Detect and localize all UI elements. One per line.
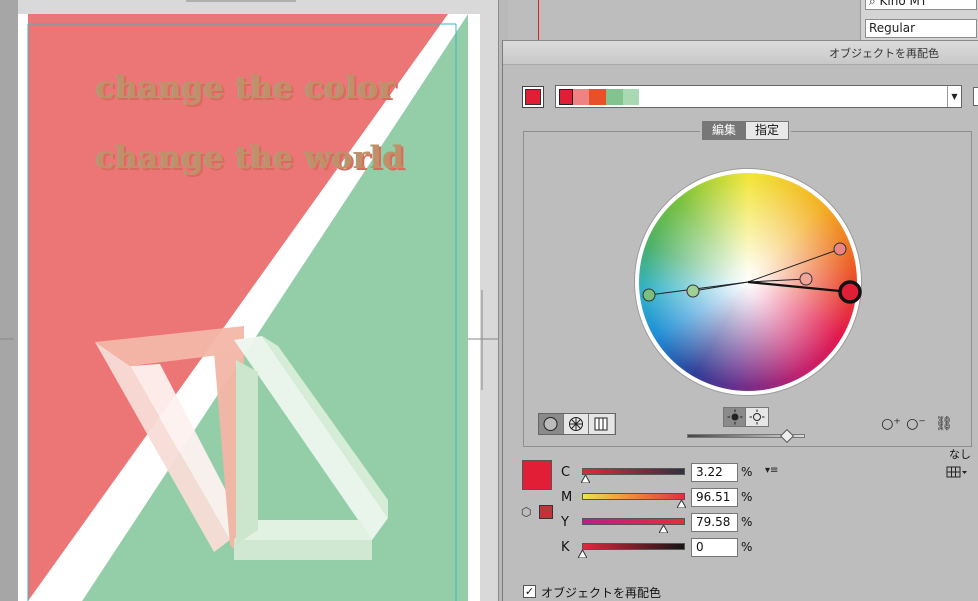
wheel-display-modes (538, 413, 616, 435)
black-input[interactable]: 0 (691, 538, 738, 557)
marker-color-2 (833, 242, 847, 256)
red-guide-line (538, 0, 539, 40)
cyan-slider-thumb[interactable] (580, 475, 590, 483)
color-group-name-field[interactable] (973, 87, 978, 106)
yellow-input[interactable]: 79.58 (691, 513, 738, 532)
smooth-color-wheel-icon[interactable] (539, 414, 564, 434)
black-slider-thumb[interactable] (577, 550, 587, 558)
none-label: なし (949, 448, 971, 461)
group-swatch-2[interactable] (573, 89, 589, 105)
cyan-input[interactable]: 3.22 (691, 463, 738, 482)
marker-color-3 (799, 272, 813, 286)
tab-edit[interactable]: 編集 (702, 121, 747, 140)
cyan-row: C 3.22 % (561, 462, 801, 484)
group-swatch-4[interactable] (606, 89, 623, 105)
marker-color-5 (642, 288, 656, 302)
mode-tabs: 編集 指定 (700, 121, 792, 140)
font-family-field[interactable]: ⌕ Kino MT (865, 0, 977, 10)
group-swatch-5[interactable] (623, 89, 639, 105)
recolor-artwork-label[interactable]: オブジェクトを再配色 (541, 584, 661, 601)
harmony-markers[interactable] (635, 169, 862, 395)
magenta-input[interactable]: 96.51 (691, 488, 738, 507)
color-bars-icon[interactable] (589, 414, 614, 434)
brightness-saturation-toggle (723, 407, 769, 427)
group-swatch-1[interactable] (559, 89, 573, 105)
chevron-down-icon[interactable]: ▼ (947, 86, 961, 107)
dialog-titlebar[interactable]: オブジェクトを再配色 (503, 41, 978, 65)
dialog-title: オブジェクトを再配色 (829, 47, 939, 60)
magenta-label: M (561, 490, 573, 505)
magenta-slider-thumb[interactable] (676, 500, 686, 508)
current-color-fill (525, 89, 541, 105)
out-of-gamut-cube-icon[interactable]: ⬡ (521, 505, 535, 519)
magenta-slider[interactable] (582, 493, 685, 500)
secondary-canvas-area (508, 0, 863, 40)
black-label: K (561, 540, 570, 555)
add-color-tool-icon[interactable]: ○⁺ (880, 413, 902, 435)
tab-assign[interactable]: 指定 (746, 121, 790, 140)
color-library-grid-icon[interactable] (946, 465, 968, 479)
recolor-artwork-dialog: オブジェクトを再配色 ▼ 編集 指定 ○⁺ ○⁻ ⛓ なし ⬡ ▾≡ C 3.2… (502, 40, 978, 601)
percent-label: % (741, 490, 753, 504)
black-row: K 0 % (561, 537, 801, 559)
marker-base-color (838, 280, 862, 304)
yellow-label: Y (561, 515, 569, 530)
recolor-artwork-checkbox[interactable]: ✓ (523, 585, 536, 598)
percent-label: % (741, 540, 753, 554)
yellow-slider[interactable] (582, 518, 685, 525)
marker-color-4 (686, 284, 700, 298)
color-group-bar[interactable]: ▼ (555, 85, 962, 108)
character-panel: ⌕ Kino MT Regular (860, 0, 978, 40)
yellow-slider-thumb[interactable] (659, 525, 669, 533)
remove-color-tool-icon[interactable]: ○⁻ (905, 413, 927, 435)
current-color-swatch[interactable] (522, 86, 544, 108)
font-family-value: Kino MT (879, 0, 928, 8)
group-swatch-3[interactable] (589, 89, 606, 105)
link-harmony-icon[interactable]: ⛓ (933, 413, 955, 435)
saturation-icon[interactable] (746, 408, 768, 426)
percent-label: % (741, 465, 753, 479)
yellow-row: Y 79.58 % (561, 512, 801, 534)
poster-headline-2[interactable]: change the world (96, 140, 405, 176)
font-search-icon: ⌕ (869, 0, 880, 8)
document-canvas[interactable]: change the color change the world (0, 0, 498, 601)
brightness-icon[interactable] (724, 408, 746, 426)
cyan-slider[interactable] (582, 468, 685, 475)
segmented-color-wheel-icon[interactable] (564, 414, 589, 434)
selected-color-swatch[interactable] (522, 460, 552, 490)
magenta-row: M 96.51 % (561, 487, 801, 509)
font-style-field[interactable]: Regular (865, 19, 977, 38)
gamut-correction-swatch[interactable] (539, 505, 553, 519)
black-slider[interactable] (582, 543, 685, 550)
percent-label: % (741, 515, 753, 529)
cyan-label: C (561, 465, 571, 480)
poster-headline-1[interactable]: change the color (96, 70, 396, 106)
